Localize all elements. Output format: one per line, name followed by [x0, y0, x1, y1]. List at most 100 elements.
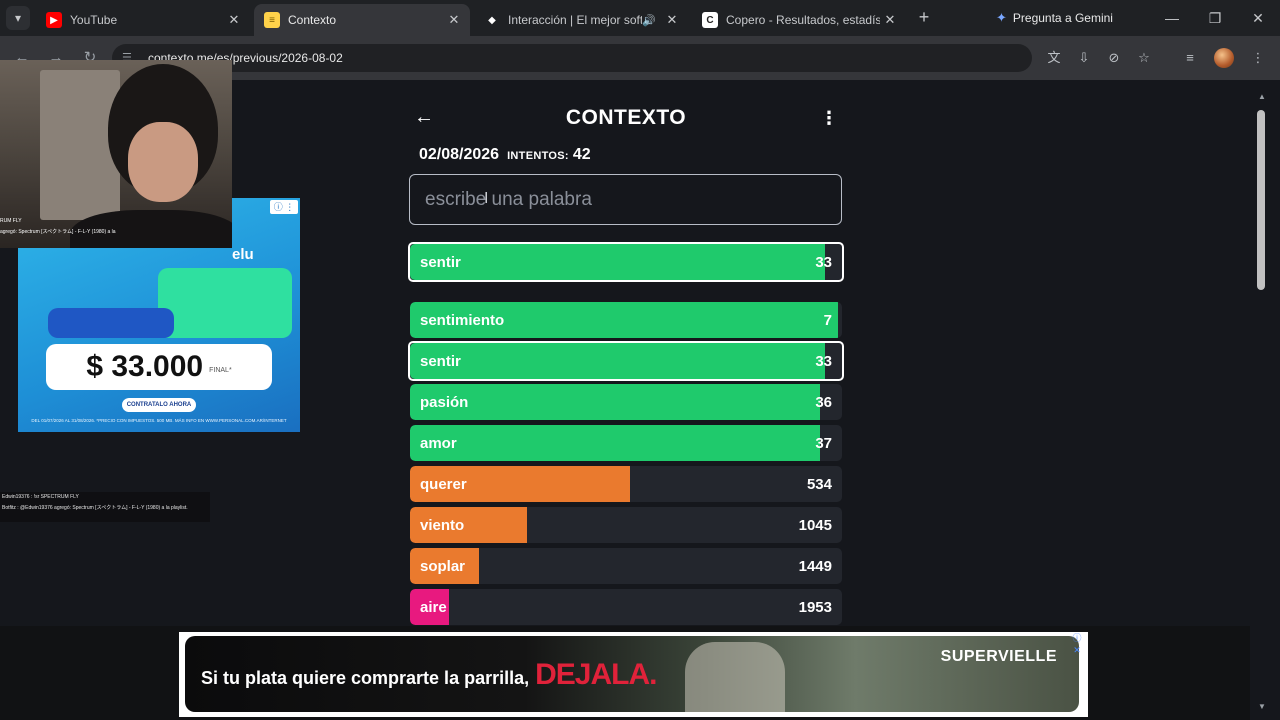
- contexto-game: ← CONTEXTO ⋮ 02/08/2026 INTENTOS: 42 I s…: [408, 80, 844, 626]
- attempts-label: INTENTOS:: [507, 150, 569, 162]
- new-tab-button[interactable]: +: [912, 6, 936, 30]
- guess-rank: 1953: [798, 598, 832, 616]
- guess-rank: 33: [815, 352, 832, 370]
- guess-row: pasión 36: [410, 384, 842, 420]
- game-meta: 02/08/2026 INTENTOS: 42: [419, 146, 591, 164]
- guess-rank: 1045: [798, 516, 832, 534]
- similarity-bar: [410, 343, 825, 379]
- guess-rank: 534: [806, 475, 832, 493]
- tab-contexto[interactable]: ≡ Contexto ✕: [254, 4, 470, 36]
- chat-line: Edwin19376 : !sr SPECTRUM FLY: [2, 494, 79, 500]
- ad-shape: [158, 268, 292, 338]
- ad-brand: SUPERVIELLE: [940, 648, 1057, 665]
- gemini-button[interactable]: ✦ Pregunta a Gemini: [996, 6, 1113, 30]
- speaker-icon[interactable]: 🔊: [642, 14, 658, 27]
- tab-interaccion[interactable]: ◆ Interacción | El mejor softw 🔊 ✕: [474, 4, 688, 36]
- ad-choices-icon[interactable]: ⓘ ⋮: [270, 200, 298, 214]
- youtube-icon: ▶: [46, 12, 62, 28]
- similarity-bar: [410, 244, 825, 280]
- ad-price: $ 33.000: [86, 350, 204, 383]
- scroll-down-icon[interactable]: ▼: [1258, 702, 1268, 712]
- ad-shape: [48, 308, 174, 338]
- ad-brand-text: elu: [232, 246, 254, 263]
- last-guess-row: sentir 33: [408, 242, 844, 282]
- similarity-bar: [410, 425, 821, 461]
- profile-avatar[interactable]: [1214, 48, 1234, 68]
- close-icon[interactable]: ✕: [880, 12, 900, 28]
- ad-accent: DEJALA.: [535, 658, 657, 691]
- window-close-icon[interactable]: ✕: [1238, 6, 1278, 30]
- media-queue-icon[interactable]: ≡: [1180, 48, 1200, 68]
- guess-row: aire 1953: [410, 589, 842, 625]
- guess-rank: 36: [815, 393, 832, 411]
- guess-word: pasión: [420, 393, 469, 411]
- page-title: CONTEXTO: [565, 106, 687, 129]
- close-icon[interactable]: ✕: [444, 12, 464, 28]
- game-date: 02/08/2026: [419, 146, 500, 163]
- webcam-overlay-text: RUM FLY: [0, 218, 22, 224]
- guess-rank: 1449: [798, 557, 832, 575]
- restore-icon[interactable]: ❐: [1195, 6, 1235, 30]
- guess-word: querer: [420, 475, 467, 493]
- scroll-up-icon[interactable]: ▲: [1258, 92, 1268, 102]
- ad-choices-icon[interactable]: ⓘ ✕: [1068, 632, 1086, 655]
- attempts-count: 42: [572, 146, 591, 163]
- ad-price-box: $ 33.000 FINAL*: [46, 344, 272, 390]
- guess-word: sentimiento: [420, 311, 505, 329]
- tab-strip: ▾ ▶ YouTube ✕ ≡ Contexto ✕ ◆ Interacción…: [0, 0, 1280, 36]
- guess-row: amor 37: [410, 425, 842, 461]
- guess-row: sentir 33: [408, 341, 844, 381]
- guess-word: soplar: [420, 557, 466, 575]
- page-scrollbar[interactable]: ▲ ▼: [1250, 80, 1280, 720]
- guess-rank: 33: [815, 253, 832, 271]
- ad-price-note: FINAL*: [209, 366, 232, 374]
- ad-cta-button[interactable]: CONTRATALO AHORA: [122, 398, 196, 412]
- bookmark-star-icon[interactable]: ☆: [1134, 48, 1154, 68]
- browser-menu-icon[interactable]: ⋮: [1248, 48, 1268, 68]
- word-input[interactable]: [409, 174, 842, 225]
- guess-rank: 37: [815, 434, 832, 452]
- close-icon[interactable]: ✕: [224, 12, 244, 28]
- gemini-icon: ✦: [996, 10, 1007, 25]
- tab-title: Copero - Resultados, estadístic: [726, 13, 880, 27]
- tab-title: Contexto: [288, 13, 337, 27]
- ad-image: [685, 642, 785, 712]
- address-bar[interactable]: ☰ contexto.me/es/previous/2026-08-02: [112, 44, 1032, 72]
- webcam-person-face: [128, 122, 198, 202]
- guess-row: sentimiento 7: [410, 302, 842, 338]
- interaccion-icon: ◆: [488, 14, 496, 26]
- tab-copero[interactable]: C Copero - Resultados, estadístic ✕: [692, 4, 906, 36]
- text-cursor-icon: I: [484, 190, 489, 207]
- stream-chat-overlay: Edwin19376 : !sr SPECTRUM FLY Botfitz : …: [0, 492, 210, 522]
- install-icon[interactable]: ⇩: [1074, 48, 1094, 68]
- webcam-overlay-text: agregó: Spectrum [スペクトラム] - F-L-Y (1980)…: [0, 229, 116, 235]
- gemini-label: Pregunta a Gemini: [1012, 11, 1113, 25]
- similarity-bar: [410, 384, 821, 420]
- guess-word: amor: [420, 434, 457, 452]
- webcam-overlay: RUM FLY agregó: Spectrum [スペクトラム] - F-L-…: [0, 60, 232, 248]
- ad-copy: Si tu plata quiere comprarte la parrilla…: [201, 658, 657, 692]
- guess-rank: 7: [823, 311, 832, 329]
- guess-word: sentir: [420, 253, 461, 271]
- tab-title: YouTube: [70, 13, 118, 27]
- ad-headline: Si tu plata quiere comprarte la parrilla…: [201, 668, 530, 688]
- guess-row: soplar 1449: [410, 548, 842, 584]
- ad-banner-bottom[interactable]: Si tu plata quiere comprarte la parrilla…: [179, 632, 1088, 717]
- tab-youtube[interactable]: ▶ YouTube ✕: [36, 4, 250, 36]
- tab-search-chevron-icon[interactable]: ▾: [6, 6, 30, 30]
- close-icon[interactable]: ✕: [662, 12, 682, 28]
- ad-creative[interactable]: Si tu plata quiere comprarte la parrilla…: [185, 636, 1079, 712]
- scroll-thumb[interactable]: [1257, 110, 1265, 290]
- chat-line: Botfitz : @Edwin19376 agregó: Spectrum […: [2, 505, 188, 511]
- guess-word: aire: [420, 598, 447, 616]
- more-options-icon[interactable]: ⋮: [820, 108, 838, 129]
- guess-row: viento 1045: [410, 507, 842, 543]
- tab-title: Interacción | El mejor softw: [508, 13, 642, 27]
- ad-fine-print: DEL 01/07/2026 AL 31/08/2026. *PRECIO CO…: [31, 418, 287, 423]
- eye-off-icon[interactable]: ⊘: [1104, 48, 1124, 68]
- contexto-icon: ≡: [264, 12, 280, 28]
- minimize-icon[interactable]: —: [1152, 6, 1192, 30]
- guess-word: sentir: [420, 352, 461, 370]
- guess-word: viento: [420, 516, 465, 534]
- translate-icon[interactable]: 文: [1044, 48, 1064, 68]
